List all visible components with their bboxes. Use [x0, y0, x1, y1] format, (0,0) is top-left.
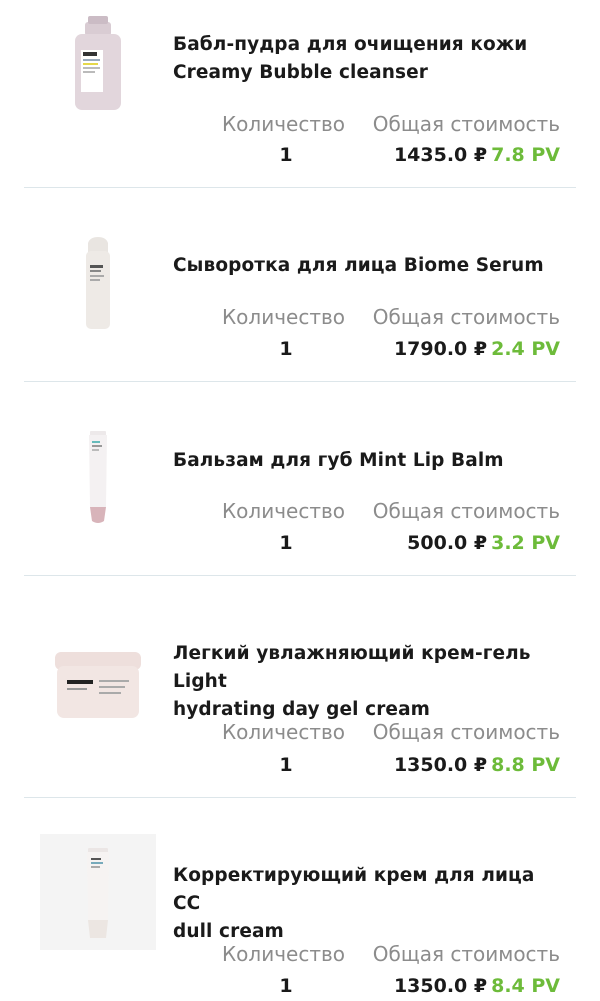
product-image[interactable]: [40, 225, 156, 341]
pv-points: 8.4 PV: [491, 975, 560, 997]
cleanser-bottle-icon: [75, 16, 121, 110]
price: 1350.0 ₽: [393, 975, 488, 997]
price: 1435.0 ₽: [393, 144, 488, 166]
total-value: 1790.0 ₽2.4 PV: [394, 337, 560, 361]
product-title[interactable]: Бабл-пудра для очищения кожи Creamy Bubb…: [173, 31, 563, 87]
total-value: 1435.0 ₽7.8 PV: [394, 143, 560, 167]
pv-points: 2.4 PV: [491, 338, 560, 360]
product-title[interactable]: Легкий увлажняющий крем-гель Light hydra…: [173, 640, 563, 724]
quantity-label: Количество: [221, 305, 345, 329]
pv-points: 7.8 PV: [491, 144, 560, 166]
pv-points: 3.2 PV: [491, 532, 560, 554]
cart-items-list: Бабл-пудра для очищения кожи Creamy Bubb…: [0, 0, 600, 1001]
quantity-value: 1: [279, 144, 293, 166]
divider: [24, 575, 576, 576]
pv-points: 8.8 PV: [491, 754, 560, 776]
price: 1350.0 ₽: [393, 754, 488, 776]
price: 1790.0 ₽: [393, 338, 488, 360]
divider: [24, 381, 576, 382]
total-value: 1350.0 ₽8.8 PV: [394, 753, 560, 777]
total-label: Общая стоимость: [372, 942, 560, 966]
quantity-label: Количество: [221, 112, 345, 136]
product-image[interactable]: [40, 834, 156, 950]
divider: [24, 187, 576, 188]
price: 500.0 ₽: [407, 532, 488, 554]
cream-jar-icon: [55, 652, 141, 718]
quantity-value: 1: [279, 975, 293, 997]
divider: [24, 797, 576, 798]
quantity-value: 1: [279, 532, 293, 554]
total-value: 1350.0 ₽8.4 PV: [394, 974, 560, 998]
total-label: Общая стоимость: [372, 720, 560, 744]
total-value: 500.0 ₽3.2 PV: [407, 531, 560, 555]
quantity-value: 1: [279, 338, 293, 360]
product-image[interactable]: [40, 6, 156, 122]
total-label: Общая стоимость: [372, 499, 560, 523]
total-label: Общая стоимость: [372, 305, 560, 329]
total-label: Общая стоимость: [372, 112, 560, 136]
quantity-label: Количество: [221, 499, 345, 523]
product-title[interactable]: Сыворотка для лица Biome Serum: [173, 252, 563, 280]
quantity-label: Количество: [221, 720, 345, 744]
quantity-label: Количество: [221, 942, 345, 966]
serum-bottle-icon: [86, 237, 110, 329]
product-image[interactable]: [40, 419, 156, 535]
lip-balm-tube-icon: [89, 431, 107, 523]
product-image[interactable]: [40, 626, 156, 742]
product-title[interactable]: Корректирующий крем для лица CC dull cre…: [173, 862, 563, 946]
cc-cream-tube-icon: [87, 848, 109, 938]
product-title[interactable]: Бальзам для губ Mint Lip Balm: [173, 447, 563, 475]
quantity-value: 1: [279, 754, 293, 776]
